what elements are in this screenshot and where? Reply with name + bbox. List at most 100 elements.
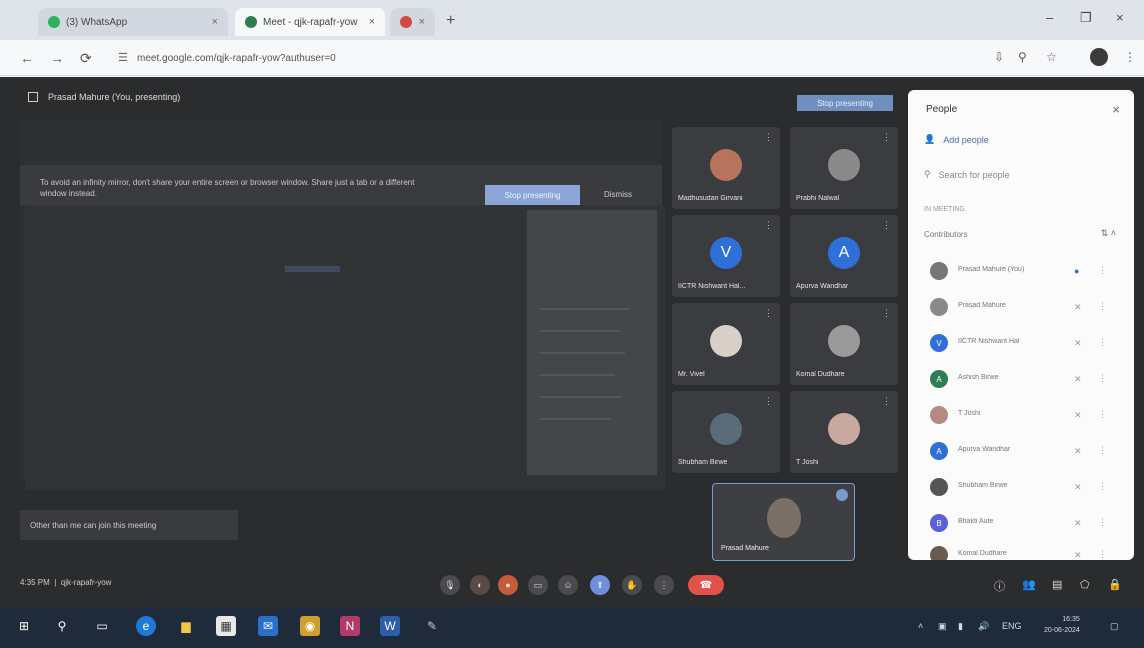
browser-menu-icon[interactable]: ⋮ xyxy=(1124,50,1136,64)
more-options-icon[interactable]: ⋮ xyxy=(1098,409,1107,420)
more-options-icon[interactable]: ⋮ xyxy=(1098,337,1107,348)
raise-hand-icon[interactable]: ✋ xyxy=(622,575,642,595)
people-list-item[interactable]: B Bhakti Aute ✕ ⋮ xyxy=(922,510,1122,538)
tab-close-icon[interactable]: × xyxy=(419,16,425,28)
onenote-icon[interactable]: N xyxy=(340,616,360,636)
back-button[interactable]: ← xyxy=(20,50,34,66)
mail-icon[interactable]: ✉ xyxy=(258,616,278,636)
more-options-icon[interactable]: ⋮ xyxy=(1098,549,1107,560)
participant-tile[interactable]: ⋮ Shubham Birwe xyxy=(672,391,780,473)
people-list-item[interactable]: T Joshi ✕ ⋮ xyxy=(922,402,1122,430)
word-icon[interactable]: W xyxy=(380,616,400,636)
language-icon[interactable]: ENG xyxy=(1002,621,1022,631)
chrome-icon[interactable]: ◉ xyxy=(300,616,320,636)
people-list-item[interactable]: A Apurva Wandhar ✕ ⋮ xyxy=(922,438,1122,466)
meeting-details-icon[interactable]: ⓘ xyxy=(994,578,1005,594)
people-list-item[interactable]: Shubham Birwe ✕ ⋮ xyxy=(922,474,1122,502)
participant-tile[interactable]: ⋮ Komal Dudhare xyxy=(790,303,898,385)
app-icon[interactable]: ✎ xyxy=(422,616,442,636)
more-options-icon[interactable]: ⋮ xyxy=(882,308,891,319)
people-panel-title: People xyxy=(926,104,958,115)
more-options-icon[interactable]: ⋮ xyxy=(1098,265,1107,276)
people-icon[interactable]: 👥 xyxy=(1022,578,1036,591)
close-icon[interactable]: × xyxy=(1112,102,1120,117)
search-icon[interactable]: ⚲ xyxy=(52,616,72,636)
url-input[interactable]: meet.google.com/qjk-rapafr-yow?authuser=… xyxy=(115,47,985,69)
more-options-icon[interactable]: ⋮ xyxy=(1098,517,1107,528)
contributors-heading: Contributors xyxy=(924,230,968,239)
camera-toggle-button[interactable]: ◐ xyxy=(470,575,490,595)
tab-whatsapp[interactable]: (3) WhatsApp × xyxy=(38,8,228,36)
reload-button[interactable]: ⟳ xyxy=(80,50,92,67)
taskbar-clock[interactable]: 16:35 20-06-2024 xyxy=(1044,614,1080,636)
end-call-button[interactable]: ☎ xyxy=(688,575,724,595)
people-list-item[interactable]: Prasad Mahure (You) ● ⋮ xyxy=(922,258,1122,286)
zoom-icon[interactable]: ⚲ xyxy=(1018,50,1027,64)
dismiss-button[interactable]: Dismiss xyxy=(604,190,632,199)
participant-tile[interactable]: ⋮ Madhusudan Girvani xyxy=(672,127,780,209)
more-options-icon[interactable]: ⋮ xyxy=(882,396,891,407)
battery-icon[interactable]: ▮ xyxy=(958,621,963,632)
add-people-button[interactable]: 👤 Add people xyxy=(924,134,989,145)
self-view-tile[interactable]: Prasad Mahure xyxy=(712,483,855,561)
notifications-icon[interactable]: ▢ xyxy=(1110,621,1119,632)
participant-tile[interactable]: A ⋮ Apurva Wandhar xyxy=(790,215,898,297)
minimize-button[interactable]: – xyxy=(1046,10,1053,25)
collapse-chevron-icon[interactable]: ⇅ ˄ xyxy=(1101,228,1116,239)
more-options-icon[interactable]: ⋮ xyxy=(764,396,773,407)
mic-off-icon: ✕ xyxy=(1074,338,1082,348)
captions-icon[interactable]: ▭ xyxy=(528,575,548,595)
more-options-icon[interactable]: ⋮ xyxy=(764,132,773,143)
volume-icon[interactable]: 🔊 xyxy=(978,621,989,632)
people-search-input[interactable]: ⚲ Search for people xyxy=(924,169,1010,180)
download-icon[interactable]: ⇩ xyxy=(994,50,1004,64)
people-list-item[interactable]: V IICTR Nishwant Hal ✕ ⋮ xyxy=(922,330,1122,358)
forward-button[interactable]: → xyxy=(50,50,64,66)
activities-icon[interactable]: ⬠ xyxy=(1080,578,1090,591)
tab-meet[interactable]: Meet - qjk-rapafr-yow × xyxy=(235,8,385,36)
people-list-item[interactable]: Prasad Mahure ✕ ⋮ xyxy=(922,294,1122,322)
task-view-icon[interactable]: ▭ xyxy=(92,616,112,636)
chat-icon[interactable]: ▤ xyxy=(1052,578,1062,591)
new-tab-button[interactable]: + xyxy=(446,12,455,30)
more-options-icon[interactable]: ⋮ xyxy=(1098,445,1107,456)
maximize-button[interactable]: ❐ xyxy=(1080,10,1092,26)
tab-close-icon[interactable]: × xyxy=(369,16,375,28)
more-options-icon[interactable]: ⋮ xyxy=(764,220,773,231)
more-options-button[interactable]: ⋮ xyxy=(654,575,674,595)
participant-tile[interactable]: ⋮ Prabhi Nalwal xyxy=(790,127,898,209)
reactions-button[interactable]: ● xyxy=(498,575,518,595)
people-list-item[interactable]: A Ashish Birwe ✕ ⋮ xyxy=(922,366,1122,394)
more-options-icon[interactable]: ⋮ xyxy=(882,220,891,231)
more-options-icon[interactable]: ⋮ xyxy=(764,308,773,319)
host-controls-icon[interactable]: 🔒 xyxy=(1108,578,1122,591)
close-window-button[interactable]: × xyxy=(1116,10,1124,25)
more-options-icon[interactable]: ⋮ xyxy=(1098,481,1107,492)
mic-toggle-button[interactable]: 🎙 xyxy=(440,575,460,595)
tab-label: Meet - qjk-rapafr-yow xyxy=(263,16,358,28)
meeting-time: 4:35 PM xyxy=(20,578,50,587)
emoji-icon[interactable]: ☺ xyxy=(558,575,578,595)
profile-avatar[interactable] xyxy=(1090,48,1108,66)
participant-tile[interactable]: V ⋮ IICTR Nishwant Hal... xyxy=(672,215,780,297)
bookmark-star-icon[interactable]: ☆ xyxy=(1046,50,1057,64)
edge-icon[interactable]: e xyxy=(136,616,156,636)
more-options-icon[interactable]: ⋮ xyxy=(1098,301,1107,312)
stop-sharing-button[interactable]: Stop presenting xyxy=(485,185,580,205)
people-list-item[interactable]: Komal Dudhare ✕ ⋮ xyxy=(922,542,1122,560)
participant-name: Komal Dudhare xyxy=(796,371,845,378)
more-options-icon[interactable]: ⋮ xyxy=(1098,373,1107,384)
more-options-icon[interactable]: ⋮ xyxy=(882,132,891,143)
store-icon[interactable]: ▦ xyxy=(216,616,236,636)
participant-tile[interactable]: ⋮ Mr. Vivel xyxy=(672,303,780,385)
tab-extra[interactable]: × xyxy=(390,8,435,36)
windows-start-icon[interactable]: ⊞ xyxy=(14,616,34,636)
participant-tile[interactable]: ⋮ T Joshi xyxy=(790,391,898,473)
stop-presenting-button[interactable]: Stop presenting xyxy=(797,95,893,111)
present-now-button[interactable]: ⬆ xyxy=(590,575,610,595)
tab-close-icon[interactable]: × xyxy=(212,16,218,28)
file-explorer-icon[interactable]: ▆ xyxy=(176,616,196,636)
network-icon[interactable]: ▣ xyxy=(938,621,947,632)
tray-chevron-icon[interactable]: ˄ xyxy=(918,621,923,631)
search-placeholder: Search for people xyxy=(938,169,1010,180)
